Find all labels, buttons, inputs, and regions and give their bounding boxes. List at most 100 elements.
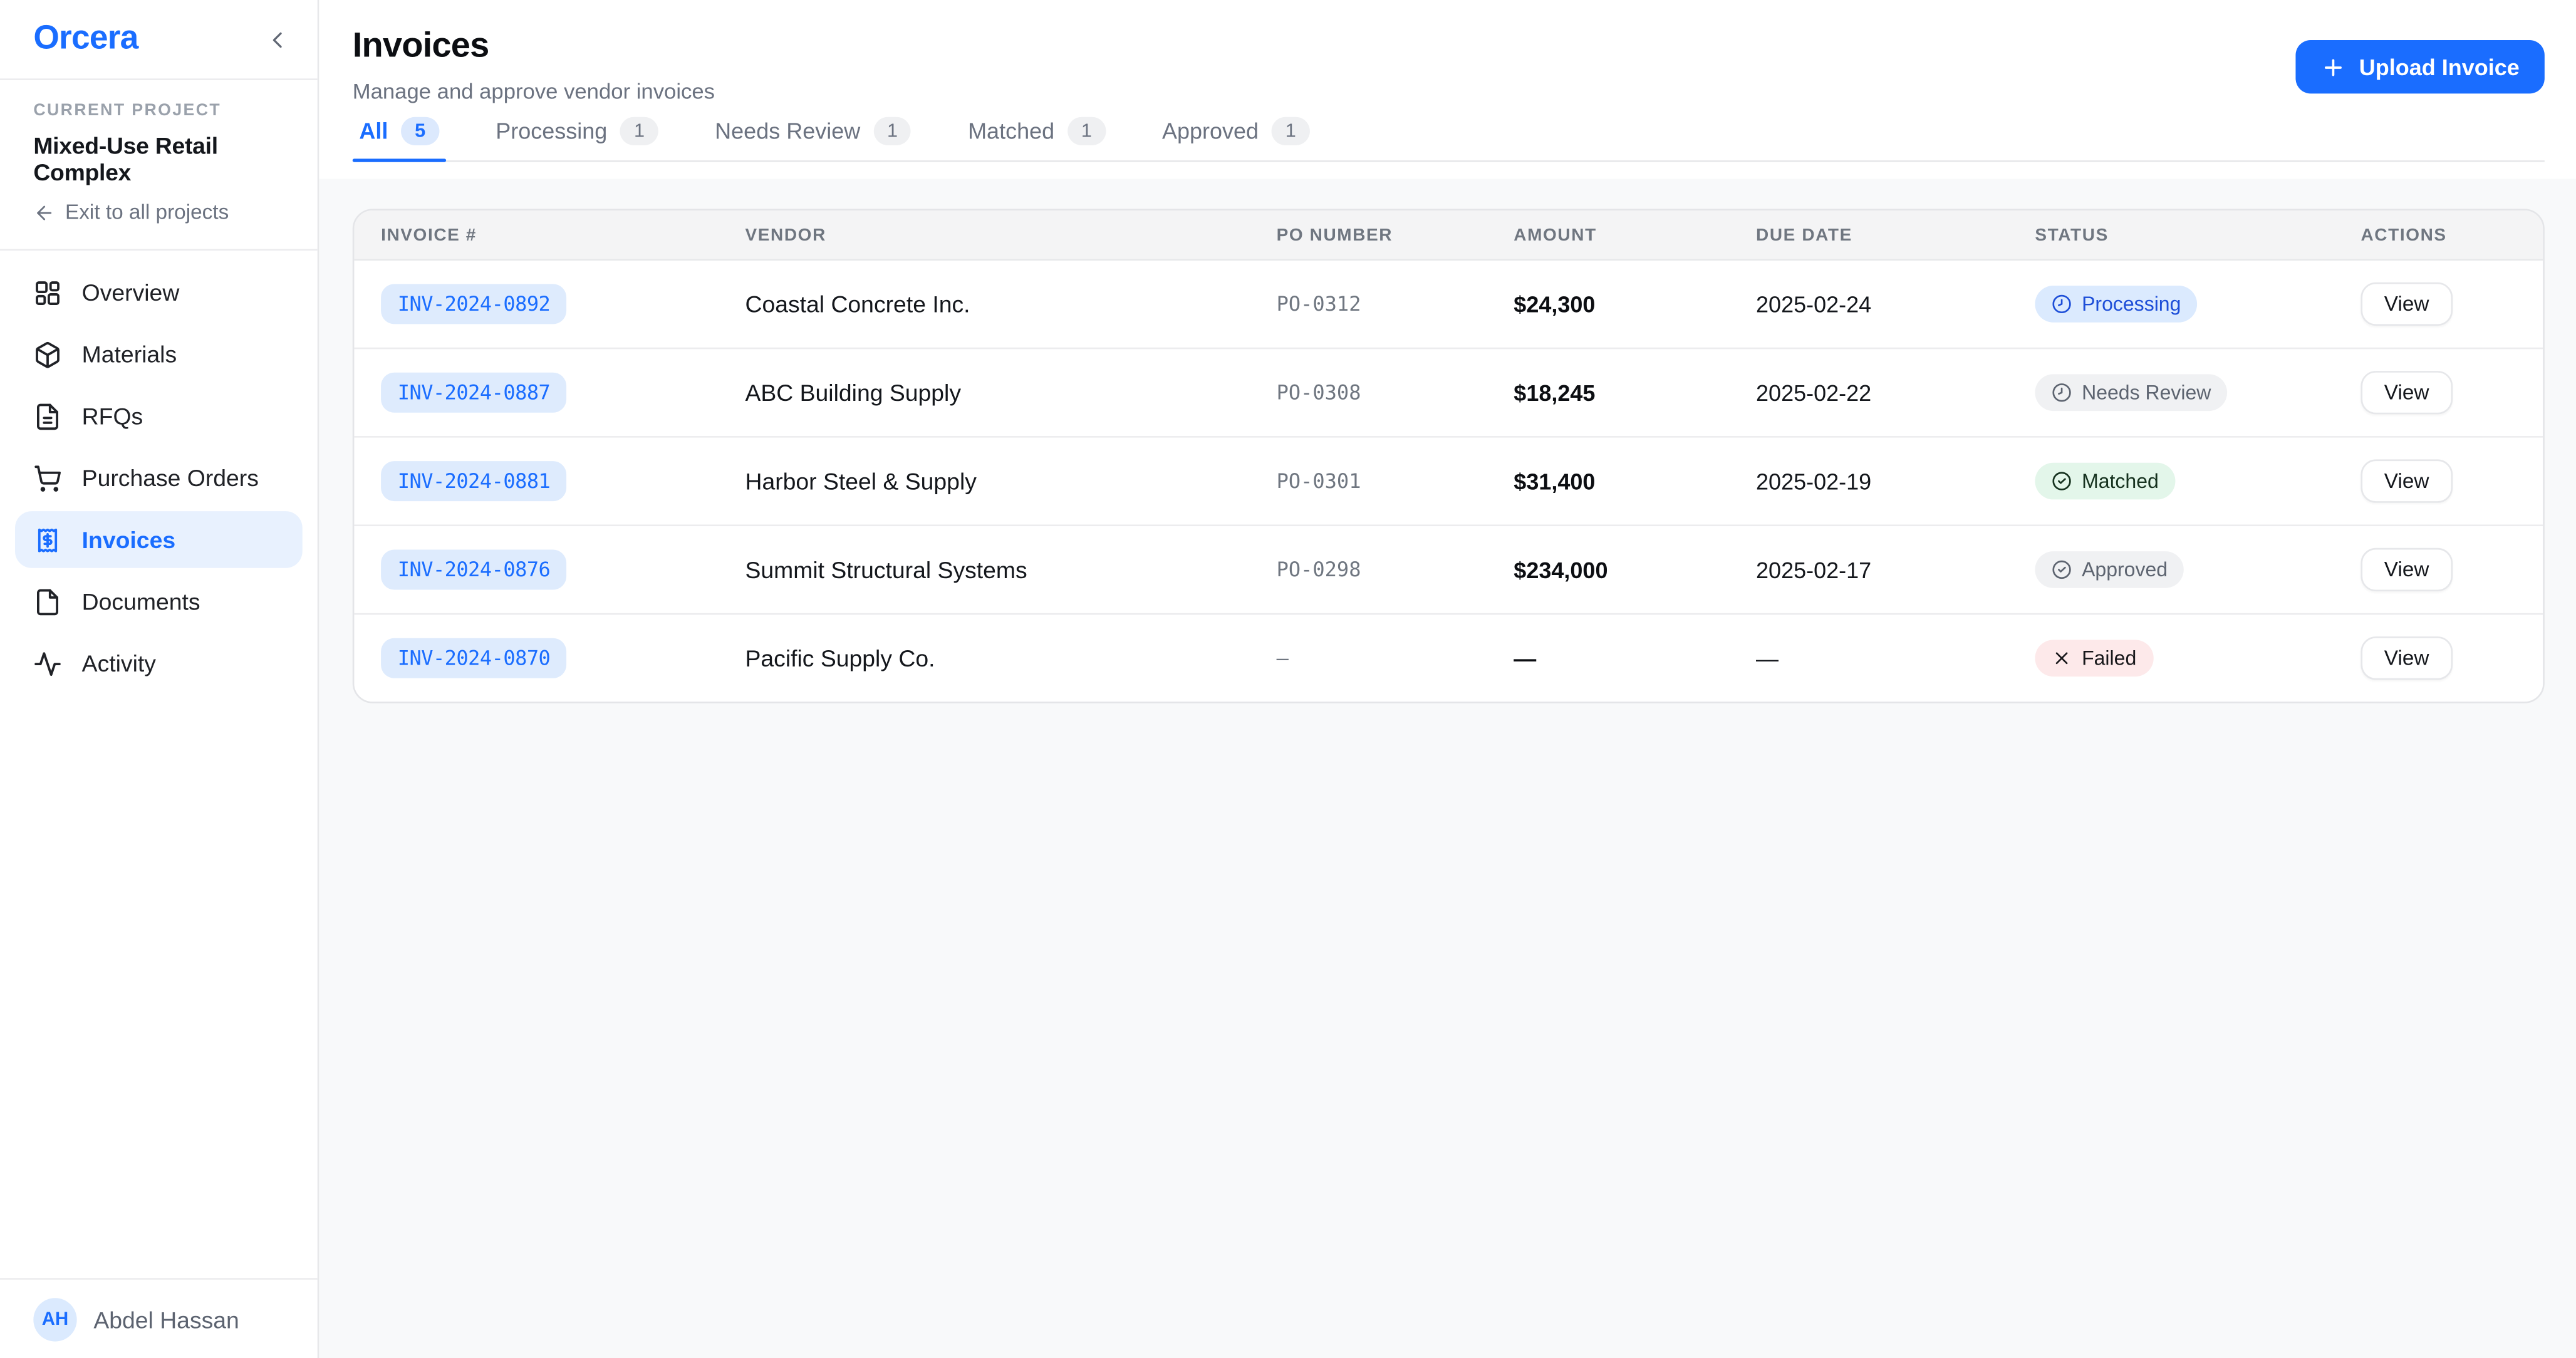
due-date: 2025-02-19: [1756, 469, 2035, 494]
status-label: Processing: [2082, 293, 2181, 315]
clock-icon: [2052, 294, 2072, 314]
sidebar-item-overview[interactable]: Overview: [15, 264, 303, 321]
invoice-amount: $31,400: [1514, 469, 1756, 494]
vendor-name: Coastal Concrete Inc.: [745, 291, 1276, 318]
sidebar-header: Orcera: [0, 0, 318, 80]
view-button[interactable]: View: [2360, 459, 2452, 502]
table-header-row: INVOICE # VENDOR PO NUMBER AMOUNT DUE DA…: [354, 210, 2543, 261]
tab-count-badge: 5: [402, 117, 439, 145]
user-menu[interactable]: AH Abdel Hassan: [0, 1278, 318, 1358]
current-project-block: CURRENT PROJECT Mixed-Use Retail Complex…: [0, 80, 318, 251]
invoices-table: INVOICE # VENDOR PO NUMBER AMOUNT DUE DA…: [353, 209, 2545, 703]
chevron-left-icon: [264, 26, 291, 53]
user-name: Abdel Hassan: [93, 1305, 239, 1332]
clock-icon: [2052, 383, 2072, 403]
status-label: Approved: [2082, 559, 2168, 581]
table-row: INV-2024-0892 Coastal Concrete Inc. PO-0…: [354, 261, 2543, 349]
status-label: Needs Review: [2082, 381, 2211, 403]
status-label: Failed: [2082, 647, 2136, 669]
status-badge: Matched: [2035, 463, 2175, 500]
main-area: Invoices Manage and approve vendor invoi…: [319, 0, 2576, 1358]
po-number: —: [1277, 646, 1514, 670]
sidebar-item-materials[interactable]: Materials: [15, 326, 303, 383]
x-icon: [2052, 648, 2072, 668]
status-badge: Processing: [2035, 286, 2198, 323]
status-label: Matched: [2082, 470, 2159, 492]
vendor-name: ABC Building Supply: [745, 379, 1276, 406]
po-number: PO-0301: [1277, 469, 1514, 492]
column-header-invoice: INVOICE #: [381, 225, 745, 245]
document-icon: [33, 587, 61, 615]
invoice-amount: $18,245: [1514, 380, 1756, 405]
sidebar-item-purchase-orders[interactable]: Purchase Orders: [15, 449, 303, 506]
sidebar-nav: Overview Materials RFQs Purchase Orders …: [0, 251, 318, 1278]
po-number: PO-0298: [1277, 558, 1514, 581]
sidebar: Orcera CURRENT PROJECT Mixed-Use Retail …: [0, 0, 319, 1358]
content-area: INVOICE # VENDOR PO NUMBER AMOUNT DUE DA…: [319, 179, 2576, 1358]
package-icon: [33, 340, 61, 368]
tab-needs-review[interactable]: Needs Review 1: [708, 117, 918, 160]
check-circle-icon: [2052, 471, 2072, 491]
upload-invoice-button[interactable]: Upload Invoice: [2295, 40, 2544, 93]
tab-processing[interactable]: Processing 1: [489, 117, 665, 160]
tab-count-badge: 1: [1272, 117, 1309, 145]
sidebar-item-invoices[interactable]: Invoices: [15, 511, 303, 568]
status-badge: Approved: [2035, 551, 2184, 588]
invoice-amount: —: [1514, 646, 1756, 671]
tab-matched[interactable]: Matched 1: [961, 117, 1112, 160]
view-button[interactable]: View: [2360, 282, 2452, 326]
due-date: 2025-02-22: [1756, 380, 2035, 405]
table-row: INV-2024-0876 Summit Structural Systems …: [354, 526, 2543, 614]
column-header-vendor: VENDOR: [745, 225, 1276, 245]
avatar: AH: [33, 1297, 76, 1340]
sidebar-item-documents[interactable]: Documents: [15, 573, 303, 630]
tab-approved[interactable]: Approved 1: [1155, 117, 1316, 160]
sidebar-item-rfqs[interactable]: RFQs: [15, 388, 303, 445]
vendor-name: Summit Structural Systems: [745, 556, 1276, 583]
invoice-number-pill: INV-2024-0876: [381, 549, 567, 589]
page-subtitle: Manage and approve vendor invoices: [353, 77, 715, 105]
po-number: PO-0312: [1277, 293, 1514, 316]
plus-icon: [2320, 54, 2345, 80]
invoice-number-pill: INV-2024-0870: [381, 638, 567, 678]
tab-count-badge: 1: [621, 117, 658, 145]
file-text-icon: [33, 402, 61, 430]
page-title: Invoices: [353, 25, 715, 68]
view-button[interactable]: View: [2360, 548, 2452, 591]
po-number: PO-0308: [1277, 381, 1514, 404]
tab-all[interactable]: All 5: [353, 117, 445, 160]
tab-count-badge: 1: [874, 117, 911, 145]
exit-to-all-projects-link[interactable]: Exit to all projects: [33, 200, 284, 224]
due-date: —: [1756, 646, 2035, 671]
table-row: INV-2024-0887 ABC Building Supply PO-030…: [354, 349, 2543, 437]
column-header-due-date: DUE DATE: [1756, 225, 2035, 245]
cart-icon: [33, 464, 61, 492]
table-body: INV-2024-0892 Coastal Concrete Inc. PO-0…: [354, 261, 2543, 702]
column-header-status: STATUS: [2035, 225, 2360, 245]
vendor-name: Pacific Supply Co.: [745, 645, 1276, 671]
due-date: 2025-02-24: [1756, 291, 2035, 316]
sidebar-item-activity[interactable]: Activity: [15, 635, 303, 692]
view-button[interactable]: View: [2360, 371, 2452, 414]
check-circle-icon: [2052, 559, 2072, 579]
status-badge: Needs Review: [2035, 374, 2228, 411]
app-window: Orcera CURRENT PROJECT Mixed-Use Retail …: [0, 0, 2576, 1358]
current-project-label: CURRENT PROJECT: [33, 102, 284, 120]
column-header-po-number: PO NUMBER: [1277, 225, 1514, 245]
table-row: INV-2024-0870 Pacific Supply Co. — — —: [354, 614, 2543, 702]
view-button[interactable]: View: [2360, 636, 2452, 680]
arrow-left-icon: [33, 201, 55, 223]
invoice-amount: $234,000: [1514, 557, 1756, 582]
receipt-icon: [33, 526, 61, 554]
column-header-actions: ACTIONS: [2360, 225, 2543, 245]
status-badge: Failed: [2035, 640, 2153, 676]
invoice-amount: $24,300: [1514, 291, 1756, 316]
invoice-number-pill: INV-2024-0887: [381, 373, 567, 413]
brand-logo: Orcera: [33, 20, 138, 58]
status-filter-tabs: All 5 Processing 1 Needs Review 1 Matche…: [353, 117, 2545, 162]
sidebar-collapse-button[interactable]: [261, 23, 294, 56]
tab-count-badge: 1: [1068, 117, 1106, 145]
due-date: 2025-02-17: [1756, 557, 2035, 582]
vendor-name: Harbor Steel & Supply: [745, 468, 1276, 495]
dashboard-icon: [33, 278, 61, 306]
